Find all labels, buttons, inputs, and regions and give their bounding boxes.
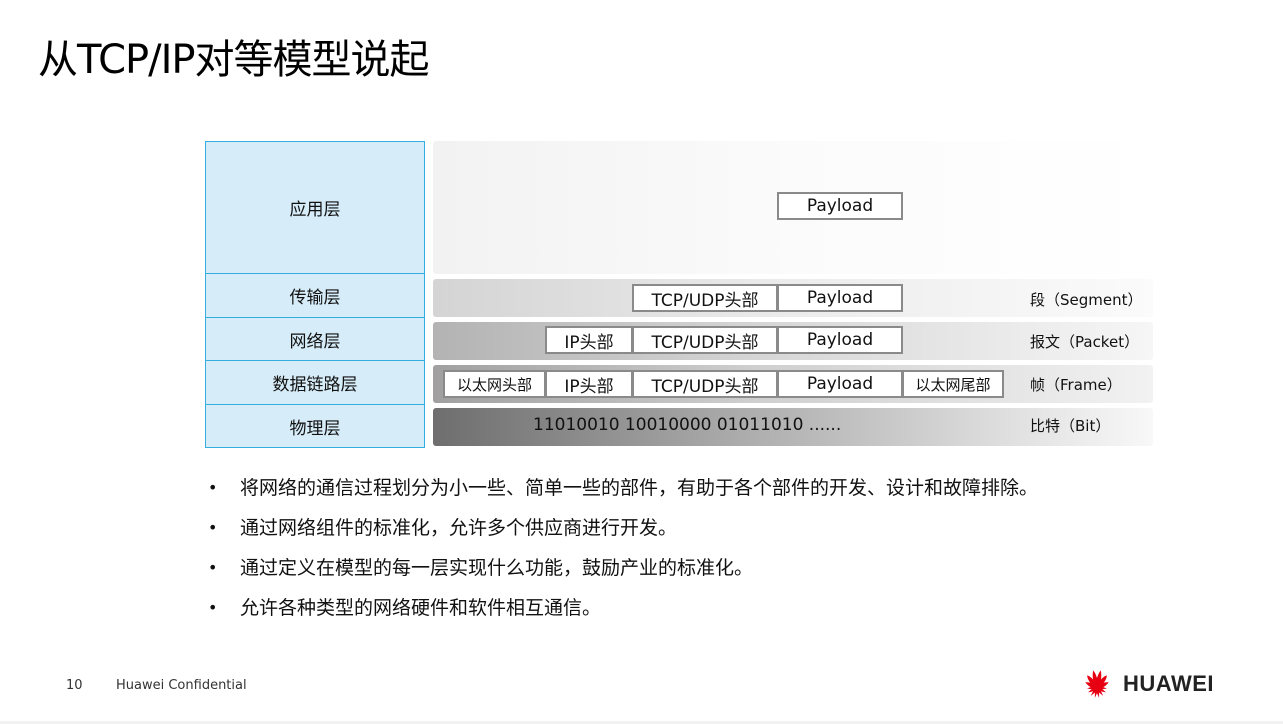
bullet-icon: • (208, 518, 218, 537)
bullet-text: 允许各种类型的网络硬件和软件相互通信。 (240, 597, 602, 619)
layer-physical: 物理层 (205, 404, 425, 448)
confidential-label: Huawei Confidential (116, 678, 247, 693)
app-payload-box: Payload (777, 192, 903, 220)
huawei-flower-icon (1085, 670, 1109, 698)
transport-payload-box: Payload (777, 284, 903, 312)
packet-label: 报文（Packet） (1030, 333, 1140, 351)
list-item: • 通过定义在模型的每一层实现什么功能，鼓励产业的标准化。 (208, 548, 1038, 588)
datalink-eth-header-box: 以太网头部 (443, 370, 546, 398)
bullet-icon: • (208, 558, 218, 577)
page-title: 从TCP/IP对等模型说起 (38, 37, 430, 83)
bullet-text: 通过定义在模型的每一层实现什么功能，鼓励产业的标准化。 (240, 557, 754, 579)
network-ip-header-box: IP头部 (545, 326, 633, 354)
transport-tcp-header-box: TCP/UDP头部 (632, 284, 778, 312)
network-tcp-header-box: TCP/UDP头部 (632, 326, 778, 354)
benefits-list: • 将网络的通信过程划分为小一些、简单一些的部件，有助于各个部件的开发、设计和故障… (208, 468, 1038, 628)
network-payload-box: Payload (777, 326, 903, 354)
huawei-wordmark: HUAWEI (1123, 671, 1214, 696)
bit-label: 比特（Bit） (1030, 417, 1111, 435)
list-item: • 允许各种类型的网络硬件和软件相互通信。 (208, 588, 1038, 628)
frame-label: 帧（Frame） (1030, 376, 1122, 394)
bullet-icon: • (208, 598, 218, 617)
list-item: • 通过网络组件的标准化，允许多个供应商进行开发。 (208, 508, 1038, 548)
datalink-payload-box: Payload (777, 370, 903, 398)
segment-label: 段（Segment） (1030, 291, 1143, 309)
page-number: 10 (66, 678, 83, 693)
datalink-tcp-header-box: TCP/UDP头部 (632, 370, 778, 398)
datalink-ip-header-box: IP头部 (545, 370, 633, 398)
layer-application: 应用层 (205, 141, 425, 274)
layer-network: 网络层 (205, 317, 425, 361)
bullet-text: 将网络的通信过程划分为小一些、简单一些的部件，有助于各个部件的开发、设计和故障排… (240, 477, 1039, 499)
layer-transport: 传输层 (205, 273, 425, 318)
datalink-eth-trailer-box: 以太网尾部 (902, 370, 1004, 398)
bit-stream: 11010010 10010000 01011010 ...... (533, 415, 842, 435)
bullet-text: 通过网络组件的标准化，允许多个供应商进行开发。 (240, 517, 678, 539)
huawei-logo: HUAWEI (1077, 668, 1214, 700)
list-item: • 将网络的通信过程划分为小一些、简单一些的部件，有助于各个部件的开发、设计和故障… (208, 468, 1038, 508)
layer-datalink: 数据链路层 (205, 360, 425, 405)
bullet-icon: • (208, 478, 218, 497)
